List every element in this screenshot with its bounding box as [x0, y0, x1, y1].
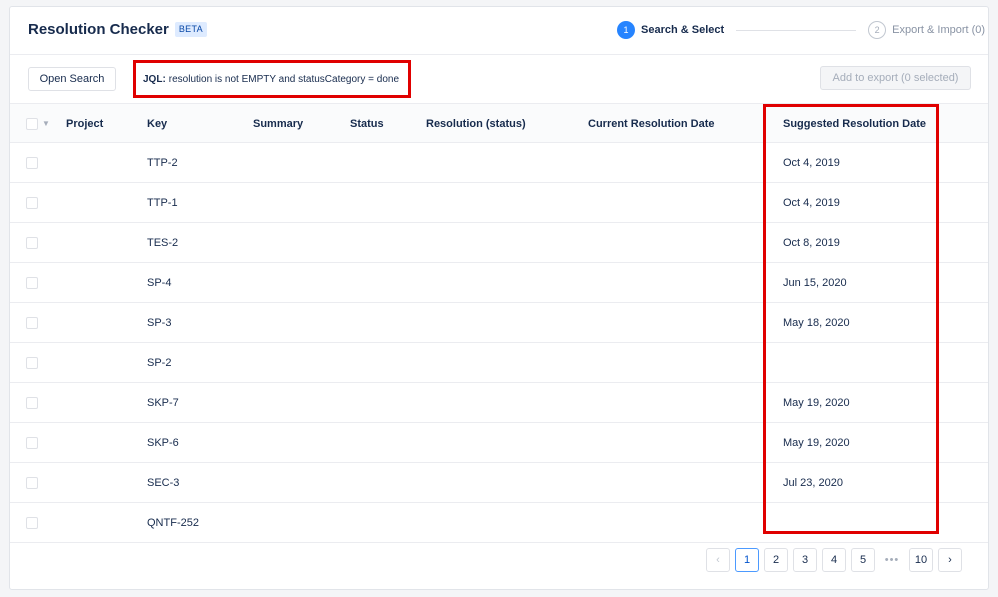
page-button-5[interactable]: 5: [851, 548, 875, 572]
issue-key[interactable]: TTP-1: [147, 183, 178, 223]
table-row[interactable]: QNTF-252: [10, 503, 988, 543]
row-checkbox[interactable]: [26, 237, 38, 249]
suggested-resolution-date: Oct 4, 2019: [783, 197, 840, 209]
column-header-resolution-status[interactable]: Resolution (status): [426, 104, 526, 144]
issue-key[interactable]: SP-2: [147, 343, 171, 383]
chevron-down-icon[interactable]: ▼: [42, 118, 50, 130]
step-connector: [736, 29, 857, 31]
app-title-text: Resolution Checker: [28, 21, 169, 38]
row-checkbox[interactable]: [26, 437, 38, 449]
app-title: Resolution Checker BETA: [28, 21, 207, 38]
step-search-select[interactable]: 1 Search & Select: [617, 21, 724, 39]
open-search-button[interactable]: Open Search: [28, 67, 116, 91]
row-checkbox[interactable]: [26, 477, 38, 489]
suggested-resolution-date: Jun 15, 2020: [783, 277, 847, 289]
table-row[interactable]: TTP-2 Oct 4, 2019: [10, 143, 988, 183]
stepper: 1 Search & Select 2 Export & Import (0): [617, 21, 985, 39]
step-number: 1: [617, 21, 635, 39]
table-row[interactable]: TTP-1 Oct 4, 2019: [10, 183, 988, 223]
column-header-project[interactable]: Project: [66, 104, 103, 144]
column-header-status[interactable]: Status: [350, 104, 384, 144]
table-row[interactable]: TES-2 Oct 8, 2019: [10, 223, 988, 263]
suggested-resolution-date: Jul 23, 2020: [783, 477, 843, 489]
issue-key[interactable]: SP-4: [147, 263, 171, 303]
table-header: ▼ Project Key Summary Status Resolution …: [10, 103, 988, 143]
select-all-checkbox[interactable]: [26, 118, 38, 130]
issue-key[interactable]: TTP-2: [147, 143, 178, 183]
page-button-10[interactable]: 10: [909, 548, 933, 572]
issues-table: ▼ Project Key Summary Status Resolution …: [10, 103, 988, 543]
resolution-checker-panel: Resolution Checker BETA 1 Search & Selec…: [9, 6, 989, 590]
row-checkbox[interactable]: [26, 157, 38, 169]
issue-key[interactable]: SP-3: [147, 303, 171, 343]
table-body: TTP-2 Oct 4, 2019 TTP-1 Oct 4, 2019 TES-2 Oct…: [10, 143, 988, 543]
jql-prefix: JQL:: [143, 73, 166, 85]
table-row[interactable]: SKP-6 May 19, 2020: [10, 423, 988, 463]
row-checkbox[interactable]: [26, 277, 38, 289]
page-button-3[interactable]: 3: [793, 548, 817, 572]
column-header-key[interactable]: Key: [147, 104, 167, 144]
jql-query-text: resolution is not EMPTY and statusCatego…: [168, 73, 400, 85]
add-to-export-button[interactable]: Add to export (0 selected): [820, 66, 971, 90]
table-row[interactable]: SP-2: [10, 343, 988, 383]
suggested-resolution-date: May 19, 2020: [783, 397, 850, 409]
table-bottom-border: [10, 542, 988, 543]
suggested-resolution-date: May 18, 2020: [783, 317, 850, 329]
pagination-ellipsis: •••: [880, 548, 904, 572]
table-row[interactable]: SP-4 Jun 15, 2020: [10, 263, 988, 303]
suggested-resolution-date: Oct 4, 2019: [783, 157, 840, 169]
column-header-summary[interactable]: Summary: [253, 104, 303, 144]
pagination: ‹ 1 2 3 4 5 ••• 10 ›: [706, 548, 967, 572]
row-checkbox[interactable]: [26, 357, 38, 369]
issue-key[interactable]: SKP-6: [147, 423, 179, 463]
table-row[interactable]: SP-3 May 18, 2020: [10, 303, 988, 343]
prev-page-button[interactable]: ‹: [706, 548, 730, 572]
issue-key[interactable]: QNTF-252: [147, 503, 199, 543]
app-header: Resolution Checker BETA 1 Search & Selec…: [10, 7, 988, 55]
step-number: 2: [868, 21, 887, 39]
page-button-2[interactable]: 2: [764, 548, 788, 572]
issue-key[interactable]: SKP-7: [147, 383, 179, 423]
row-checkbox[interactable]: [26, 197, 38, 209]
toolbar: Open Search JQL: resolution is not EMPTY…: [28, 60, 972, 98]
issue-key[interactable]: TES-2: [147, 223, 178, 263]
next-page-button[interactable]: ›: [938, 548, 962, 572]
step-export-import[interactable]: 2 Export & Import (0): [868, 21, 985, 39]
suggested-resolution-date: May 19, 2020: [783, 437, 850, 449]
column-header-suggested-resolution-date[interactable]: Suggested Resolution Date: [783, 104, 926, 144]
table-row[interactable]: SKP-7 May 19, 2020: [10, 383, 988, 423]
beta-badge: BETA: [174, 22, 207, 37]
page-button-4[interactable]: 4: [822, 548, 846, 572]
step-label: Search & Select: [641, 24, 725, 36]
table-row[interactable]: SEC-3 Jul 23, 2020: [10, 463, 988, 503]
column-header-current-resolution-date[interactable]: Current Resolution Date: [588, 104, 715, 144]
row-checkbox[interactable]: [26, 317, 38, 329]
row-checkbox[interactable]: [26, 517, 38, 529]
step-label: Export & Import (0): [892, 24, 986, 36]
row-checkbox[interactable]: [26, 397, 38, 409]
issue-key[interactable]: SEC-3: [147, 463, 179, 503]
suggested-resolution-date: Oct 8, 2019: [783, 237, 840, 249]
jql-query-display: JQL: resolution is not EMPTY and statusC…: [133, 60, 411, 98]
page-button-1[interactable]: 1: [735, 548, 759, 572]
